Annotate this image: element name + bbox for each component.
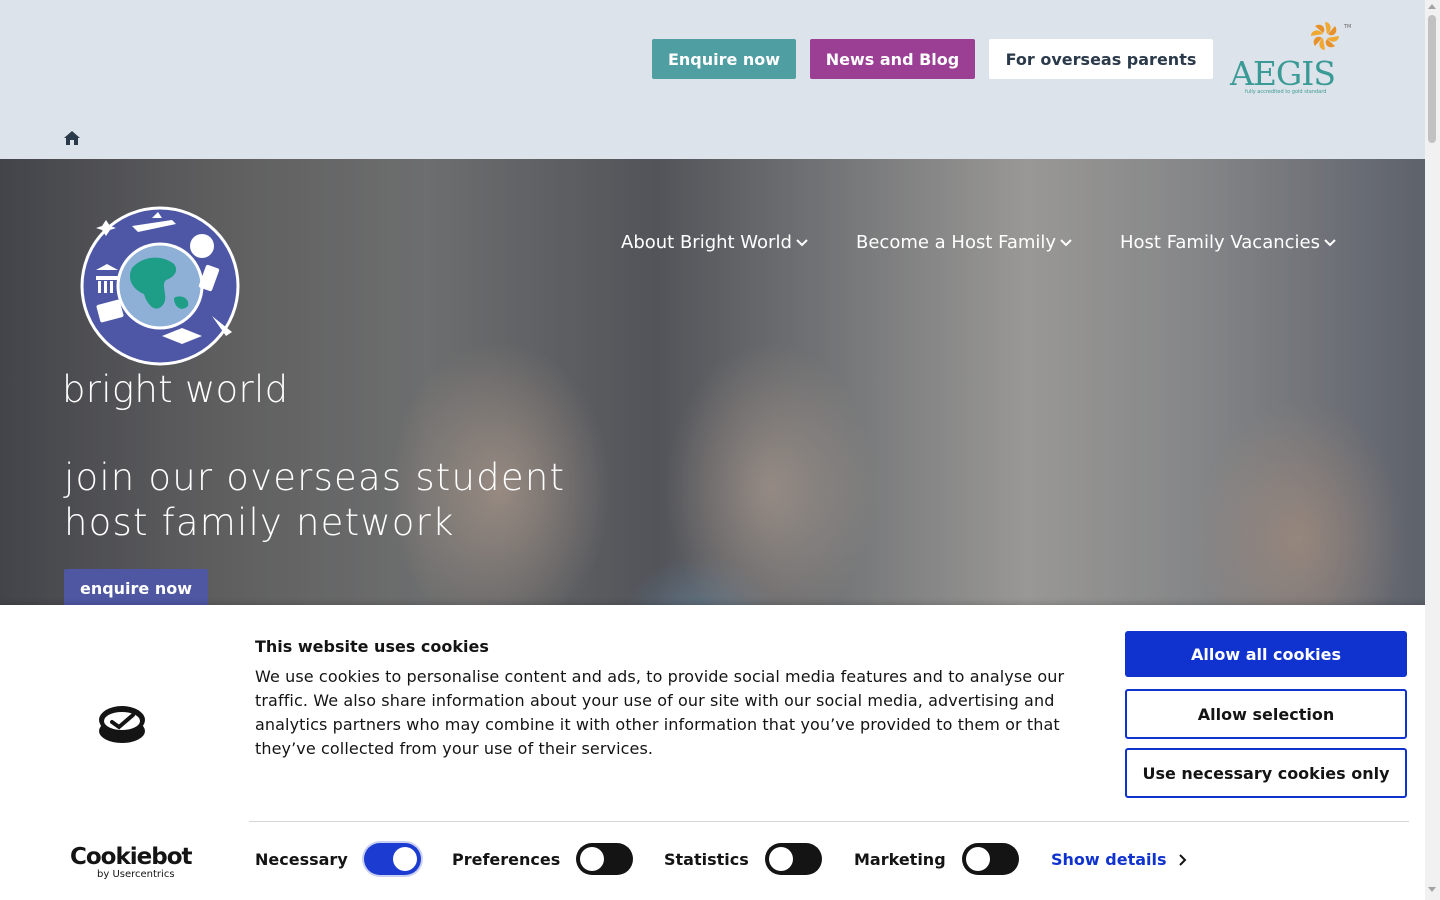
cookiebot-logo-icon [99,706,145,743]
nav-about-label: About Bright World [621,232,792,253]
hero-headline: join our overseas student host family ne… [64,455,584,545]
show-details-label: Show details [1051,850,1167,869]
bright-world-wordmark: bright world [62,368,289,411]
marketing-switch[interactable] [961,843,1019,875]
news-and-blog-button[interactable]: News and Blog [810,39,975,79]
cookiebot-brand-name: Cookiebot [70,844,193,870]
cookie-banner-divider [249,821,1409,822]
enquire-now-button[interactable]: Enquire now [652,39,796,79]
scrollbar-thumb[interactable] [1428,15,1436,143]
allow-all-cookies-button[interactable]: Allow all cookies [1125,631,1407,677]
nav-host-family-vacancies[interactable]: Host Family Vacancies [1120,232,1336,253]
nav-about-bright-world[interactable]: About Bright World [621,232,808,253]
overseas-parents-button[interactable]: For overseas parents [989,39,1213,79]
hero-headline-line-2: host family network [64,501,455,544]
necessary-cookies-only-button[interactable]: Use necessary cookies only [1125,748,1407,798]
toggle-marketing-label: Marketing [854,849,946,869]
cookiebot-brand[interactable]: Cookiebot by Usercentrics [70,844,193,881]
toggle-statistics-label: Statistics [664,849,749,869]
chevron-down-icon [1324,238,1336,246]
scroll-down-arrow-icon[interactable] [1428,887,1436,892]
hero-headline-line-1: join our overseas student [64,456,566,499]
nav-vacancies-label: Host Family Vacancies [1120,232,1320,253]
toggle-necessary: Necessary [255,843,421,875]
cookie-banner-title: This website uses cookies [255,637,489,656]
chevron-right-icon [1178,853,1186,866]
allow-selection-button[interactable]: Allow selection [1125,689,1407,739]
preferences-switch[interactable] [576,843,634,875]
top-header: Enquire now News and Blog For overseas p… [0,0,1425,159]
toggle-statistics: Statistics [664,843,822,875]
show-details-link[interactable]: Show details [1051,850,1187,869]
necessary-switch[interactable] [363,843,421,875]
toggle-marketing: Marketing [854,843,1019,875]
chevron-down-icon [1060,238,1072,246]
home-icon[interactable] [63,130,81,146]
nav-become-host-family[interactable]: Become a Host Family [856,232,1072,253]
svg-text:AEGIS: AEGIS [1229,54,1335,93]
toggle-preferences-label: Preferences [452,849,561,869]
statistics-switch[interactable] [764,843,822,875]
aegis-accreditation-logo[interactable]: TM AEGIS fully accredited to gold standa… [1228,18,1352,98]
chevron-down-icon [796,238,808,246]
svg-text:fully accredited to gold stand: fully accredited to gold standard [1245,89,1326,95]
svg-text:TM: TM [1343,24,1351,30]
cookie-banner-text: We use cookies to personalise content an… [255,667,1065,758]
toggle-preferences: Preferences [452,843,634,875]
nav-become-label: Become a Host Family [856,232,1057,253]
cookiebot-brand-sub: by Usercentrics [97,869,175,880]
hero-enquire-now-button[interactable]: enquire now [64,569,208,607]
scroll-up-arrow-icon[interactable] [1428,4,1436,9]
toggle-necessary-label: Necessary [255,849,348,869]
